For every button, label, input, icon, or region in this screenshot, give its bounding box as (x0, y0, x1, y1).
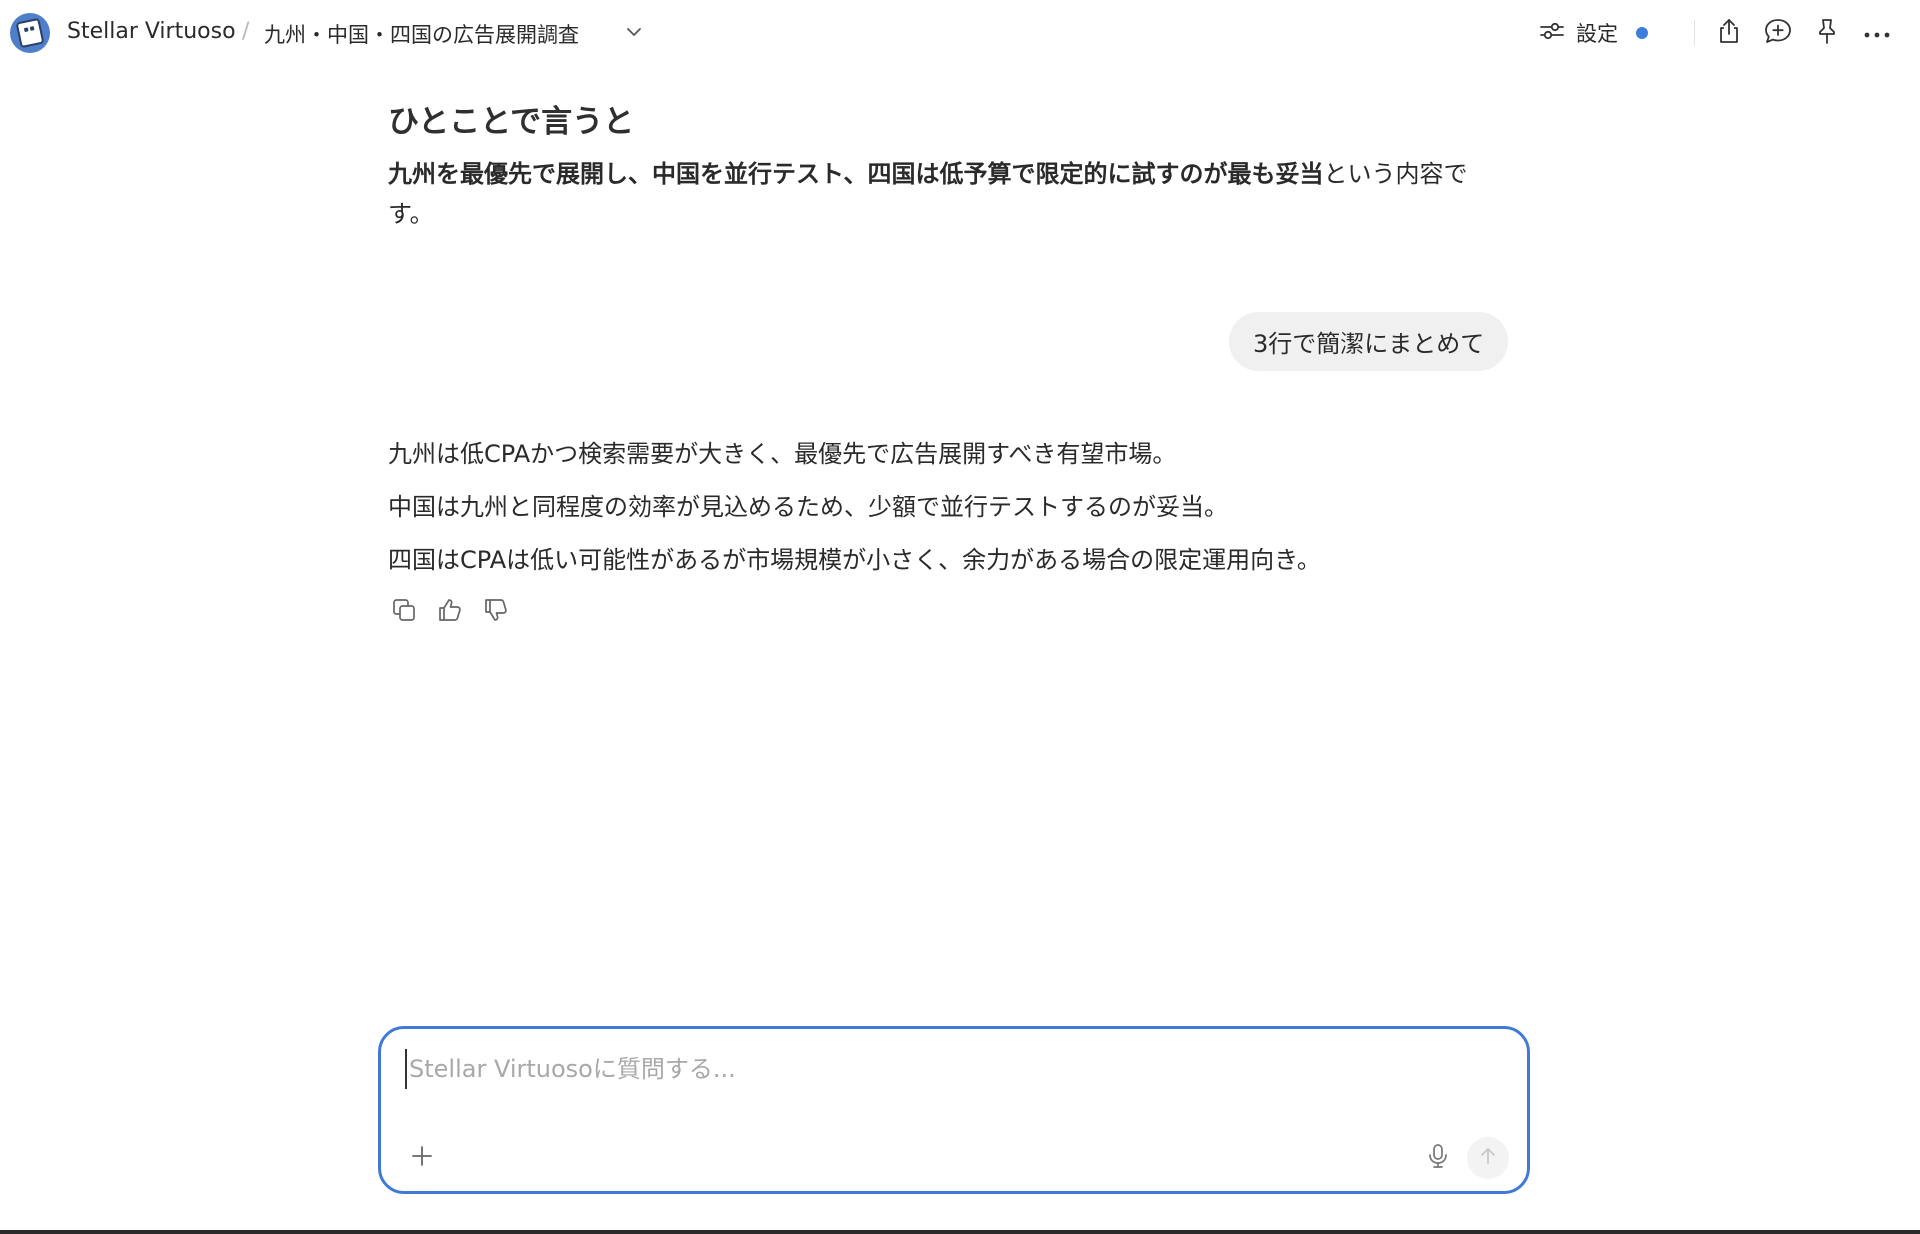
arrow-up-icon (1477, 1145, 1499, 1171)
pin-icon (1814, 17, 1840, 49)
answer-line-2: 中国は九州と同程度の効率が見込めるため、少額で並行テストするのが妥当。 (388, 493, 1228, 521)
voice-input-button[interactable] (1421, 1141, 1455, 1175)
plus-icon (410, 1144, 434, 1172)
message-actions (388, 596, 512, 628)
summary-heading: ひとことで言うと (388, 104, 635, 140)
settings-button[interactable]: 設定 (1538, 14, 1648, 52)
message-composer (378, 1026, 1530, 1194)
thread-title[interactable]: 九州・中国・四国の広告展開調査 (264, 19, 579, 49)
answer-line-1: 九州は低CPAかつ検索需要が大きく、最優先で広告展開すべき有望市場。 (388, 440, 1177, 468)
thumbs-down-button[interactable] (480, 596, 512, 628)
sliders-icon (1538, 19, 1566, 47)
thumbs-down-icon (483, 597, 509, 627)
comment-button[interactable] (1759, 14, 1797, 52)
status-indicator (1636, 27, 1648, 39)
window-bottom-edge (0, 1230, 1920, 1234)
send-button[interactable] (1467, 1137, 1509, 1179)
copy-icon (391, 597, 417, 627)
microphone-icon (1426, 1142, 1450, 1174)
comment-plus-icon (1763, 17, 1793, 49)
top-bar: Stellar Virtuoso / 九州・中国・四国の広告展開調査 設定 (0, 0, 1920, 66)
settings-label: 設定 (1576, 22, 1618, 46)
more-button[interactable] (1858, 14, 1896, 52)
app-window: Stellar Virtuoso / 九州・中国・四国の広告展開調査 設定 ひと… (0, 0, 1920, 1234)
summary-text-bold: 九州を最優先で展開し、中国を並行テスト、四国は低予算で限定的に試すのが最も妥当 (388, 160, 1324, 188)
header-divider (1694, 20, 1695, 46)
share-button[interactable] (1710, 14, 1748, 52)
share-icon (1716, 17, 1742, 49)
app-name[interactable]: Stellar Virtuoso (67, 19, 236, 44)
answer-line-3: 四国はCPAは低い可能性があるが市場規模が小さく、余力がある場合の限定運用向き。 (388, 546, 1321, 574)
summary-text: 九州を最優先で展開し、中国を並行テスト、四国は低予算で限定的に試すのが最も妥当と… (388, 154, 1508, 234)
more-horizontal-icon (1863, 24, 1891, 43)
user-message-bubble: 3行で簡潔にまとめて (1229, 312, 1509, 371)
thumbs-up-button[interactable] (434, 596, 466, 628)
breadcrumb-separator: / (242, 19, 250, 44)
copy-button[interactable] (388, 596, 420, 628)
message-input[interactable] (405, 1049, 1499, 1089)
chevron-down-icon[interactable] (624, 22, 644, 42)
thumbs-up-icon (437, 597, 463, 627)
app-logo-icon[interactable] (10, 13, 50, 53)
pin-button[interactable] (1808, 14, 1846, 52)
attach-button[interactable] (405, 1141, 439, 1175)
